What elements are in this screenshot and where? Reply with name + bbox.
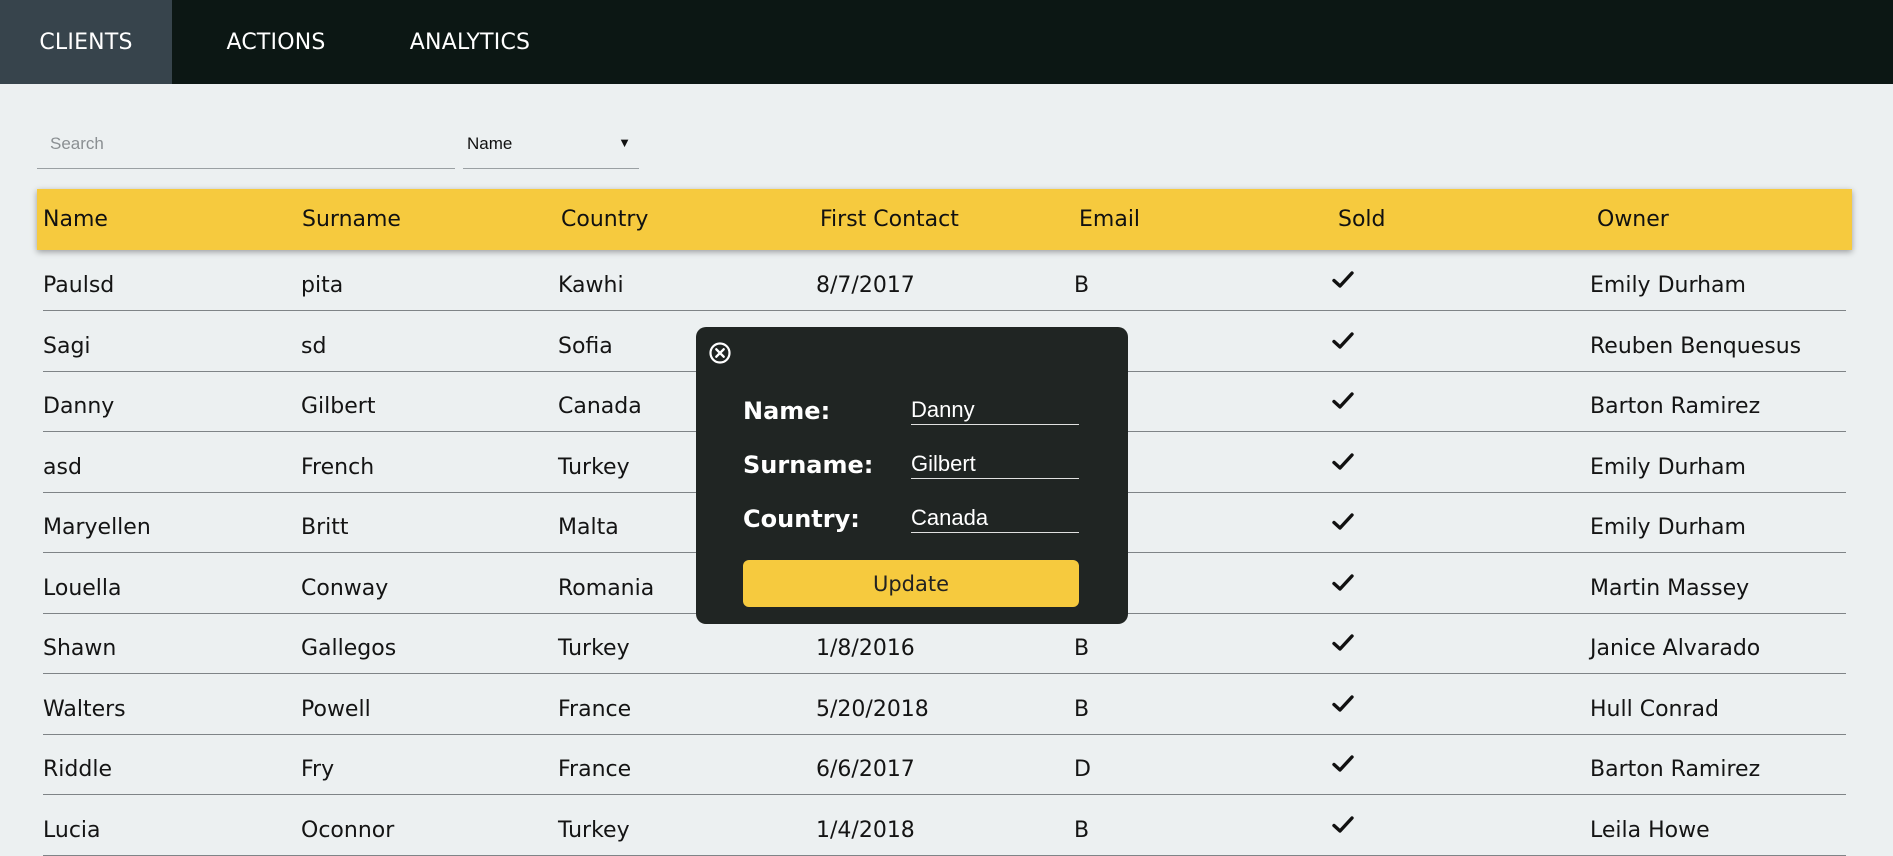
cell-first-contact: 8/7/2017 (816, 273, 915, 298)
cell-name: Danny (43, 394, 115, 419)
check-icon (1332, 694, 1354, 712)
edit-client-modal: Name: Surname: Country: Update (696, 327, 1128, 624)
surname-label: Surname: (743, 451, 874, 479)
header-first-contact[interactable]: First Contact (820, 189, 959, 250)
cell-owner: Emily Durham (1590, 273, 1746, 298)
surname-field[interactable] (911, 449, 1079, 479)
table-row[interactable]: Lucia Oconnor Turkey 1/4/2018 B Leila Howe (43, 795, 1846, 856)
cell-surname: Gilbert (301, 394, 376, 419)
cell-country: France (558, 696, 632, 722)
cell-country: Canada (558, 394, 642, 419)
check-icon (1332, 331, 1354, 349)
cell-name: Riddle (43, 757, 112, 782)
check-icon (1332, 634, 1354, 651)
tab-clients[interactable]: CLIENTS (0, 0, 172, 84)
check-icon (1332, 755, 1354, 772)
cell-first-contact: 5/20/2018 (816, 696, 929, 722)
cell-owner: Martin Massey (1590, 575, 1750, 601)
cell-country: Sofia (558, 333, 613, 359)
cell-owner: Barton Ramirez (1590, 394, 1761, 419)
cell-country: Romania (558, 575, 655, 601)
header-country[interactable]: Country (561, 189, 648, 250)
close-circle-icon[interactable] (708, 341, 732, 365)
cell-name: Lucia (43, 817, 101, 843)
cell-first-contact: 1/8/2016 (816, 636, 915, 661)
country-label: Country: (743, 505, 860, 533)
check-icon (1332, 392, 1354, 409)
cell-surname: Gallegos (301, 636, 397, 661)
cell-surname: French (301, 454, 375, 480)
header-name[interactable]: Name (43, 189, 108, 250)
cell-email: B (1074, 696, 1090, 722)
tab-actions[interactable]: ACTIONS (172, 0, 380, 84)
dropdown-arrow-icon: ▼ (618, 135, 631, 150)
cell-name: Sagi (43, 333, 91, 359)
country-field[interactable] (911, 503, 1079, 533)
cell-owner: Hull Conrad (1590, 696, 1719, 722)
table-row[interactable]: Riddle Fry France 6/6/2017 D Barton Ramirez (43, 734, 1846, 795)
search-field-select[interactable]: Name ▼ (463, 120, 639, 169)
cell-surname: Powell (301, 696, 371, 722)
cell-owner: Barton Ramirez (1590, 757, 1761, 782)
cell-name: Maryellen (43, 515, 151, 540)
cell-country: France (558, 757, 632, 782)
cell-first-contact: 1/4/2018 (816, 817, 915, 843)
cell-email: B (1074, 636, 1090, 661)
cell-surname: Britt (301, 515, 349, 540)
cell-country: Turkey (558, 636, 630, 661)
check-icon (1332, 573, 1354, 591)
cell-email: B (1074, 273, 1090, 298)
cell-name: Walters (43, 696, 126, 722)
cell-name: Louella (43, 575, 122, 601)
cell-owner: Janice Alvarado (1590, 636, 1761, 661)
header-sold[interactable]: Sold (1338, 189, 1386, 250)
cell-surname: Oconnor (301, 817, 395, 843)
cell-country: Malta (558, 515, 619, 540)
top-navbar: CLIENTS ACTIONS ANALYTICS (0, 0, 1893, 84)
cell-email: D (1074, 757, 1091, 782)
cell-owner: Emily Durham (1590, 454, 1746, 480)
check-icon (1332, 513, 1354, 530)
cell-surname: Fry (301, 757, 335, 782)
table-row[interactable]: Paulsd pita Kawhi 8/7/2017 B Emily Durham (43, 250, 1846, 311)
table-row[interactable]: Walters Powell France 5/20/2018 B Hull Conrad (43, 674, 1846, 735)
cell-name: Paulsd (43, 273, 115, 298)
cell-surname: sd (301, 333, 327, 359)
cell-owner: Leila Howe (1590, 817, 1710, 843)
cell-name: asd (43, 454, 82, 480)
cell-owner: Emily Durham (1590, 515, 1746, 540)
update-button[interactable]: Update (743, 560, 1079, 607)
search-field-selected: Name (467, 134, 513, 153)
cell-first-contact: 6/6/2017 (816, 757, 915, 782)
cell-surname: Conway (301, 575, 389, 601)
cell-email: B (1074, 817, 1090, 843)
search-input[interactable] (37, 120, 455, 169)
cell-owner: Reuben Benquesus (1590, 333, 1802, 359)
name-label: Name: (743, 397, 831, 425)
cell-name: Shawn (43, 636, 117, 661)
name-field[interactable] (911, 395, 1079, 425)
header-email[interactable]: Email (1079, 189, 1140, 250)
cell-country: Turkey (558, 454, 630, 480)
check-icon (1332, 452, 1354, 470)
cell-country: Kawhi (558, 273, 624, 298)
check-icon (1332, 271, 1354, 288)
header-owner[interactable]: Owner (1597, 189, 1669, 250)
table-header: Name Surname Country First Contact Email… (37, 189, 1852, 250)
cell-country: Turkey (558, 817, 630, 843)
header-surname[interactable]: Surname (302, 189, 401, 250)
check-icon (1332, 815, 1354, 833)
cell-surname: pita (301, 273, 344, 298)
tab-analytics[interactable]: ANALYTICS (380, 0, 560, 84)
